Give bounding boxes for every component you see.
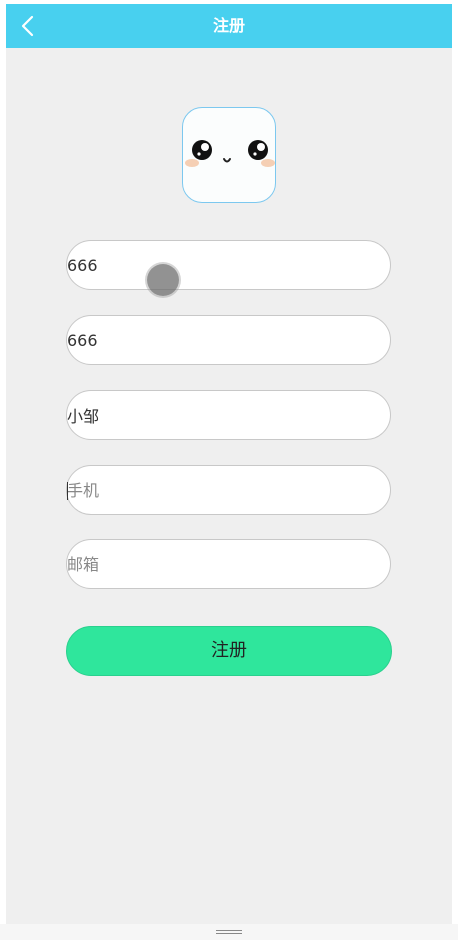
touch-indicator	[147, 264, 179, 296]
header-bar: 注册	[6, 4, 452, 48]
password-field[interactable]	[66, 315, 391, 365]
phone-field[interactable]	[66, 465, 391, 515]
phone-input[interactable]	[67, 466, 367, 514]
nickname-field[interactable]	[66, 390, 391, 440]
avatar	[182, 107, 276, 203]
email-input[interactable]	[67, 540, 367, 588]
password-input[interactable]	[67, 316, 367, 364]
nickname-input[interactable]	[67, 391, 367, 439]
text-cursor	[67, 482, 68, 500]
cute-face-icon	[185, 140, 275, 167]
register-button[interactable]: 注册	[66, 626, 392, 676]
username-field[interactable]	[66, 240, 391, 290]
bottom-handle-bar	[0, 924, 458, 940]
email-field[interactable]	[66, 539, 391, 589]
username-input[interactable]	[67, 241, 367, 289]
handle-line	[216, 933, 242, 934]
handle-line	[216, 930, 242, 931]
page-title: 注册	[212, 16, 245, 35]
app-frame: 注册 注册	[6, 4, 452, 924]
